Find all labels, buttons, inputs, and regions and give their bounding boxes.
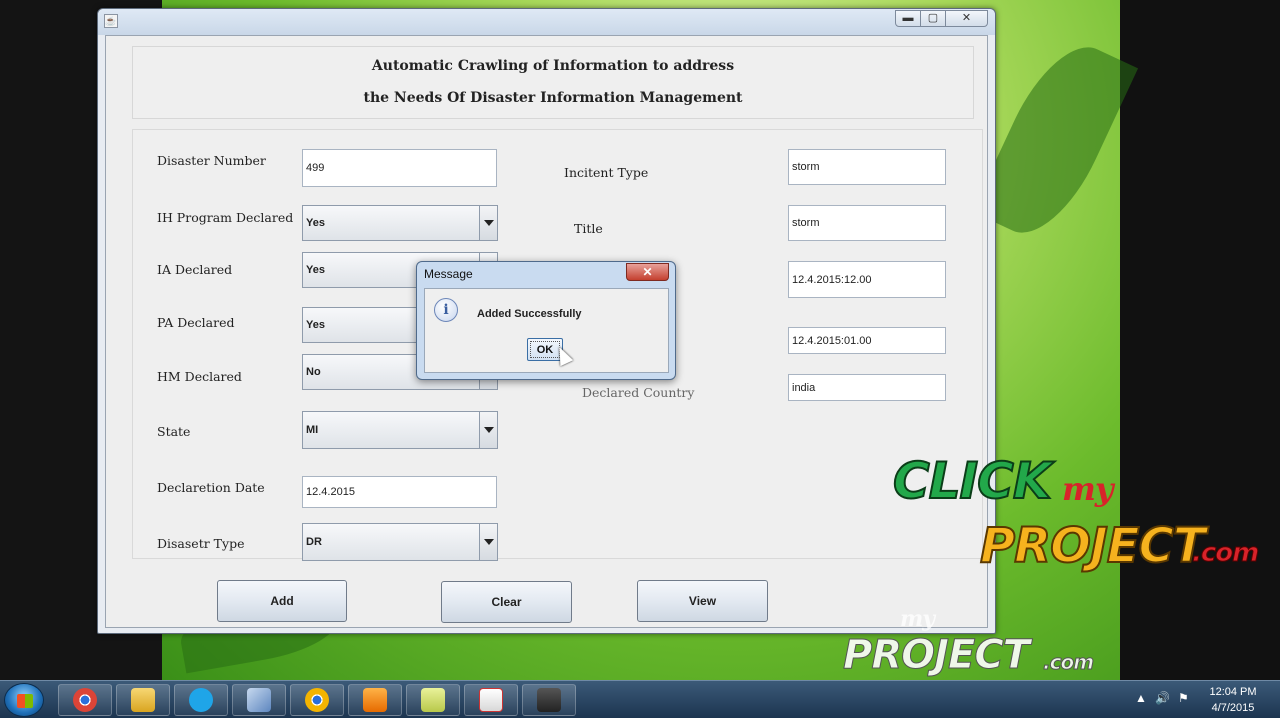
taskbar-virtualbox[interactable]	[232, 684, 286, 716]
chrome-icon	[305, 688, 329, 712]
close-button[interactable]: ✕	[945, 10, 988, 27]
dialog-close-button[interactable]: ✕	[626, 263, 669, 281]
declared-country-field[interactable]: india	[788, 374, 946, 401]
flag-icon[interactable]: ⚑	[1178, 691, 1189, 705]
header-panel: Automatic Crawling of Information to add…	[132, 46, 974, 119]
incident-type-field[interactable]: storm	[788, 149, 946, 185]
state-label: State	[157, 424, 191, 439]
hm-declared-value: No	[306, 366, 321, 378]
message-dialog: Message ✕ i Added Successfully OK	[416, 261, 676, 380]
ia-declared-label: IA Declared	[157, 262, 233, 277]
pa-declared-label: PA Declared	[157, 315, 235, 330]
taskbar-time[interactable]: 12:04 PM	[1198, 686, 1268, 698]
dialog-message: Added Successfully	[477, 308, 582, 320]
minimize-button[interactable]: ▬	[895, 10, 921, 27]
chevron-down-icon[interactable]	[479, 524, 497, 560]
java-app-icon: ☕	[104, 14, 118, 28]
ih-program-declared-label: IH Program Declared	[157, 210, 294, 225]
dialog-title: Message	[424, 267, 473, 281]
start-button[interactable]	[4, 683, 44, 717]
disaster-number-field[interactable]: 499	[302, 149, 497, 187]
clear-button[interactable]: Clear	[441, 581, 572, 623]
disaster-type-select[interactable]: DR	[302, 523, 498, 561]
ia-declared-value: Yes	[306, 264, 325, 276]
begin-date-field[interactable]: 12.4.2015:12.00	[788, 261, 946, 298]
state-select[interactable]: MI	[302, 411, 498, 449]
watermark-com: .com	[1191, 538, 1259, 569]
cube-icon	[247, 688, 271, 712]
skype-icon	[189, 688, 213, 712]
taskbar-skype[interactable]	[174, 684, 228, 716]
ih-program-declared-select[interactable]: Yes	[302, 205, 498, 241]
pa-declared-value: Yes	[306, 319, 325, 331]
play-icon	[363, 688, 387, 712]
java-icon	[479, 688, 503, 712]
dialog-body: i Added Successfully OK	[424, 288, 669, 373]
desktop-right-dark	[1120, 0, 1280, 680]
taskbar-date[interactable]: 4/7/2015	[1198, 702, 1268, 714]
taskbar-chrome[interactable]	[58, 684, 112, 716]
tray-arrow-up-icon[interactable]: ▲	[1135, 691, 1147, 705]
watermark-click: CLICK	[892, 451, 1053, 511]
info-icon: i	[434, 298, 458, 322]
taskbar	[0, 680, 1280, 718]
taskbar-camera[interactable]	[522, 684, 576, 716]
window-titlebar[interactable]: ☕ ▬ ▢ ✕	[98, 9, 995, 35]
incident-type-label: Incitent Type	[564, 165, 649, 180]
taskbar-media-player[interactable]	[348, 684, 402, 716]
title-field[interactable]: storm	[788, 205, 946, 241]
folder-icon	[131, 688, 155, 712]
view-button[interactable]: View	[637, 580, 768, 622]
camera-icon	[537, 688, 561, 712]
disaster-type-value: DR	[306, 536, 322, 548]
declaration-date-label: Declaretion Date	[157, 480, 265, 495]
maximize-button[interactable]: ▢	[920, 10, 946, 27]
declared-country-label: Declared Country	[582, 385, 695, 400]
declaration-date-field[interactable]: 12.4.2015	[302, 476, 497, 508]
disaster-type-label: Disasetr Type	[157, 536, 245, 551]
watermark-my: my	[1062, 470, 1113, 508]
chrome-icon	[73, 688, 97, 712]
taskbar-chrome-2[interactable]	[290, 684, 344, 716]
chevron-down-icon[interactable]	[479, 412, 497, 448]
taskbar-explorer[interactable]	[116, 684, 170, 716]
ih-program-declared-value: Yes	[306, 217, 325, 229]
end-date-field[interactable]: 12.4.2015:01.00	[788, 327, 946, 354]
taskbar-java[interactable]	[464, 684, 518, 716]
add-button[interactable]: Add	[217, 580, 347, 622]
taskbar-sticky-notes[interactable]	[406, 684, 460, 716]
chevron-down-icon[interactable]	[479, 206, 497, 240]
windows-logo-icon	[17, 694, 33, 708]
watermark-my-secondary: my	[900, 606, 935, 632]
header-title-line2: the Needs Of Disaster Information Manage…	[363, 90, 743, 106]
header-title-line1: Automatic Crawling of Information to add…	[371, 58, 735, 74]
watermark-com-secondary: .com	[1042, 650, 1094, 675]
watermark-project-secondary: PROJECT	[843, 632, 1031, 679]
notes-icon	[421, 688, 445, 712]
watermark-project: PROJECT	[979, 517, 1207, 575]
disaster-number-label: Disaster Number	[157, 153, 266, 168]
hm-declared-label: HM Declared	[157, 369, 242, 384]
volume-icon[interactable]: 🔊	[1155, 691, 1170, 705]
title-label: Title	[574, 221, 603, 236]
state-value: MI	[306, 424, 319, 436]
